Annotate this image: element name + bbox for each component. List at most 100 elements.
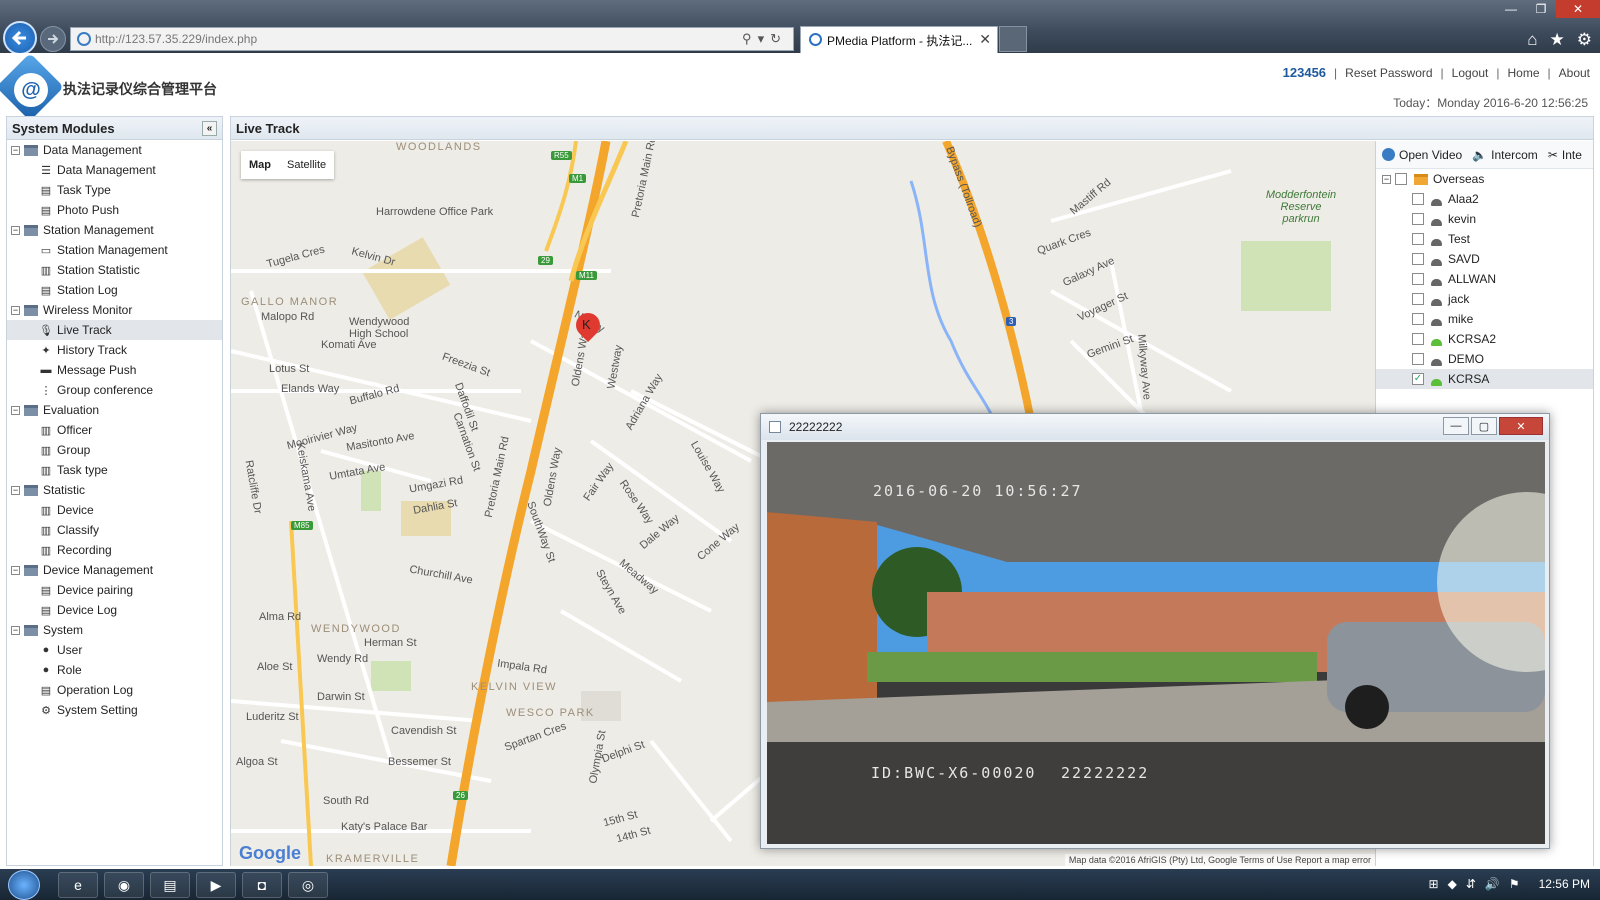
tab-close-icon[interactable]: ✕ [979, 31, 991, 48]
tray-flag-icon[interactable]: ⚑ [1509, 877, 1520, 891]
device-checkbox[interactable] [1412, 293, 1424, 305]
sidebar-item[interactable]: ▤ Device pairing [7, 580, 222, 600]
close-icon[interactable]: ✕ [1499, 417, 1543, 435]
collapse-icon[interactable]: − [11, 305, 20, 315]
sidebar-item[interactable]: ▥ Station Statistic [7, 260, 222, 280]
device-checkbox[interactable] [1412, 333, 1424, 345]
collapse-icon[interactable]: − [1382, 174, 1391, 184]
tray-network-icon[interactable]: ⇵ [1466, 877, 1476, 891]
sidebar-item[interactable]: ▥ Task type [7, 460, 222, 480]
device-checkbox[interactable] [1412, 213, 1424, 225]
start-button[interactable] [8, 870, 40, 900]
favorites-star-icon[interactable]: ★ [1550, 30, 1565, 50]
sidebar-item[interactable]: ▥ Recording [7, 540, 222, 560]
ie-taskbar-icon[interactable]: e [58, 872, 98, 898]
chrome-taskbar-icon[interactable]: ◎ [288, 872, 328, 898]
device-checkbox[interactable] [1412, 313, 1424, 325]
address-bar[interactable]: http://123.57.35.229/index.php ⚲▾↻ [70, 27, 794, 51]
toolbar-overflow-button[interactable]: ✂ Inte [1548, 148, 1582, 162]
explorer-folder-icon[interactable]: ▤ [150, 872, 190, 898]
maximize-icon[interactable]: ▢ [1471, 417, 1497, 435]
collapse-icon[interactable]: − [11, 625, 20, 635]
device-row[interactable]: mike [1376, 309, 1593, 329]
device-row[interactable]: jack [1376, 289, 1593, 309]
minimize-icon[interactable]: — [1443, 417, 1469, 435]
sidebar-item[interactable]: ⋮ Group conference [7, 380, 222, 400]
tab-pmedia[interactable]: PMedia Platform - 执法记... ✕ [800, 26, 998, 53]
intercom-button[interactable]: 🔈 Intercom [1472, 148, 1538, 162]
app-taskbar-icon[interactable]: ◘ [242, 872, 282, 898]
device-row[interactable]: Test [1376, 229, 1593, 249]
device-row[interactable]: ALLWAN [1376, 269, 1593, 289]
map-attribution[interactable]: Map data ©2016 AfriGIS (Pty) Ltd, Google… [1064, 854, 1375, 866]
device-checkbox[interactable] [1412, 353, 1424, 365]
collapse-icon[interactable]: − [11, 485, 20, 495]
sidebar-item[interactable]: 🎙 Live Track [7, 320, 222, 340]
sidebar-item[interactable]: ▥ Officer [7, 420, 222, 440]
tray-app-icon[interactable]: ◆ [1448, 877, 1457, 891]
collapse-icon[interactable]: − [11, 565, 20, 575]
restore-icon[interactable]: ❐ [1526, 0, 1556, 18]
sidebar-group[interactable]: − Wireless Monitor [7, 300, 222, 320]
tray-windows-icon[interactable]: ⊞ [1429, 877, 1439, 891]
collapse-double-chevron-icon[interactable]: « [202, 121, 217, 136]
video-stream[interactable]: 2016-06-20 10:56:27 ID:BWC-X6-00020 2222… [767, 442, 1545, 844]
sidebar-item[interactable]: ▭ Station Management [7, 240, 222, 260]
sidebar-group[interactable]: − System [7, 620, 222, 640]
device-row[interactable]: Alaa2 [1376, 189, 1593, 209]
sidebar-item[interactable]: ● Role [7, 660, 222, 680]
map-type-satellite-button[interactable]: Satellite [279, 151, 334, 179]
about-link[interactable]: About [1559, 66, 1590, 80]
sidebar-item[interactable]: ▤ Station Log [7, 280, 222, 300]
sidebar-item[interactable]: ▬ Message Push [7, 360, 222, 380]
search-refresh-icons[interactable]: ⚲▾↻ [742, 31, 787, 47]
sidebar-item[interactable]: ✦ History Track [7, 340, 222, 360]
logout-link[interactable]: Logout [1452, 66, 1489, 80]
device-checkbox[interactable]: ✓ [1412, 373, 1424, 385]
open-video-button[interactable]: Open Video [1382, 148, 1462, 162]
collapse-icon[interactable]: − [11, 225, 20, 235]
back-button[interactable] [3, 21, 37, 55]
firefox-taskbar-icon[interactable]: ◉ [104, 872, 144, 898]
sidebar-item[interactable]: ▥ Device [7, 500, 222, 520]
sidebar-item[interactable]: ● User [7, 640, 222, 660]
sidebar-item[interactable]: ▥ Group [7, 440, 222, 460]
reset-password-link[interactable]: Reset Password [1345, 66, 1432, 80]
video-window[interactable]: 22222222 — ▢ ✕ 2016-06-20 10:56:27 ID:BW… [760, 413, 1550, 849]
device-root[interactable]: − Overseas [1376, 169, 1593, 189]
taskbar-clock[interactable]: 12:56 PM [1539, 877, 1590, 891]
sidebar-item[interactable]: ▤ Photo Push [7, 200, 222, 220]
device-row[interactable]: KCRSA2 [1376, 329, 1593, 349]
device-checkbox[interactable] [1412, 233, 1424, 245]
home-link[interactable]: Home [1508, 66, 1540, 80]
sidebar-item[interactable]: ▤ Device Log [7, 600, 222, 620]
device-row[interactable]: DEMO [1376, 349, 1593, 369]
username-link[interactable]: 123456 [1283, 65, 1326, 80]
media-player-icon[interactable]: ▶ [196, 872, 236, 898]
sidebar-group[interactable]: − Evaluation [7, 400, 222, 420]
minimize-icon[interactable]: — [1496, 0, 1526, 18]
sidebar-group[interactable]: − Statistic [7, 480, 222, 500]
device-row[interactable]: ✓ KCRSA [1376, 369, 1593, 389]
device-row[interactable]: kevin [1376, 209, 1593, 229]
device-checkbox[interactable] [1412, 273, 1424, 285]
video-titlebar[interactable]: 22222222 — ▢ ✕ [761, 414, 1549, 440]
map-type-map-button[interactable]: Map [241, 151, 279, 179]
sidebar-group[interactable]: − Data Management [7, 140, 222, 160]
settings-gear-icon[interactable]: ⚙ [1577, 30, 1592, 50]
home-icon[interactable]: ⌂ [1527, 30, 1537, 50]
new-tab-button[interactable] [999, 26, 1027, 52]
sidebar-item[interactable]: ⚙ System Setting [7, 700, 222, 720]
sidebar-item[interactable]: ▤ Operation Log [7, 680, 222, 700]
sidebar-group[interactable]: − Device Management [7, 560, 222, 580]
sidebar-item[interactable]: ▥ Classify [7, 520, 222, 540]
device-checkbox[interactable] [1412, 193, 1424, 205]
collapse-icon[interactable]: − [11, 405, 20, 415]
sidebar-item[interactable]: ▤ Task Type [7, 180, 222, 200]
url-text[interactable]: http://123.57.35.229/index.php [95, 32, 257, 46]
forward-button[interactable] [40, 26, 66, 52]
root-checkbox[interactable] [1395, 173, 1407, 185]
device-row[interactable]: SAVD [1376, 249, 1593, 269]
window-close-icon[interactable]: ✕ [1556, 0, 1600, 18]
device-checkbox[interactable] [1412, 253, 1424, 265]
